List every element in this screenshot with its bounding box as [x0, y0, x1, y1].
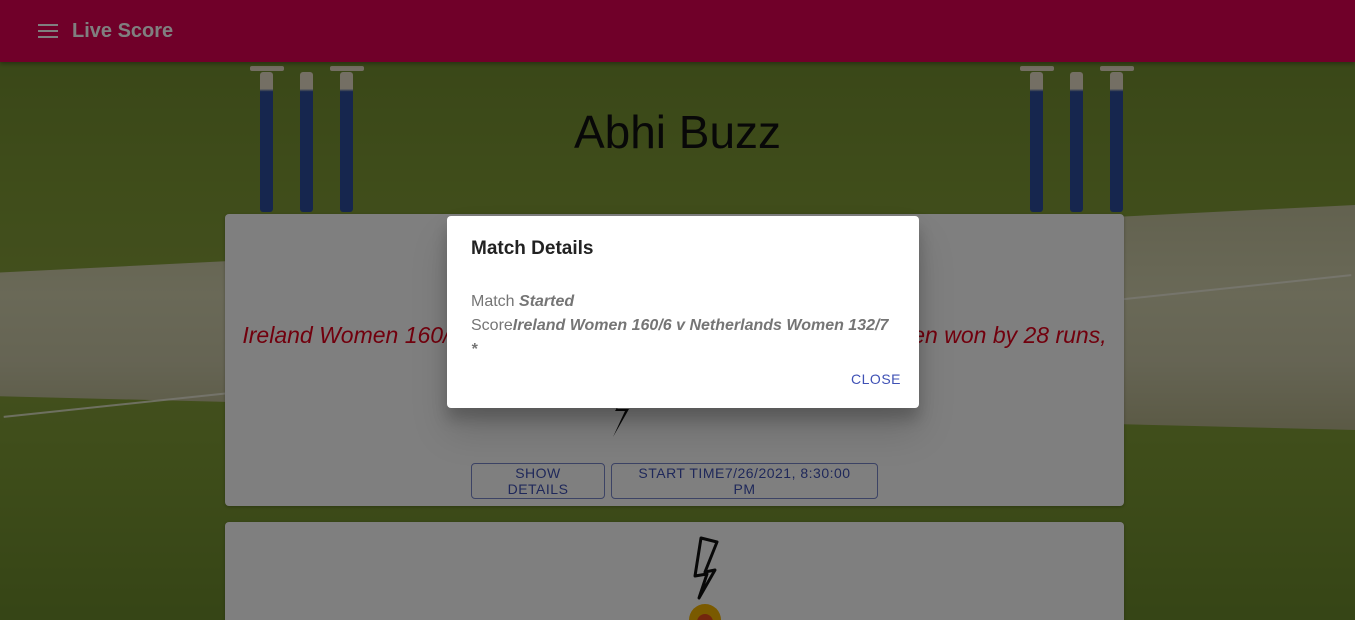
- close-button[interactable]: CLOSE: [851, 369, 901, 389]
- dialog-content: Match Started ScoreIreland Women 160/6 v…: [471, 290, 895, 362]
- score-row: ScoreIreland Women 160/6 v Netherlands W…: [471, 314, 895, 362]
- score-label: Score: [471, 317, 513, 334]
- match-label: Match: [471, 293, 515, 310]
- score-value: Ireland Women 160/6 v Netherlands Women …: [471, 317, 889, 358]
- match-status-value: Started: [519, 293, 575, 310]
- match-details-dialog: Match Details Match Started ScoreIreland…: [447, 216, 919, 408]
- dialog-title: Match Details: [471, 238, 594, 259]
- match-status-row: Match Started: [471, 290, 895, 314]
